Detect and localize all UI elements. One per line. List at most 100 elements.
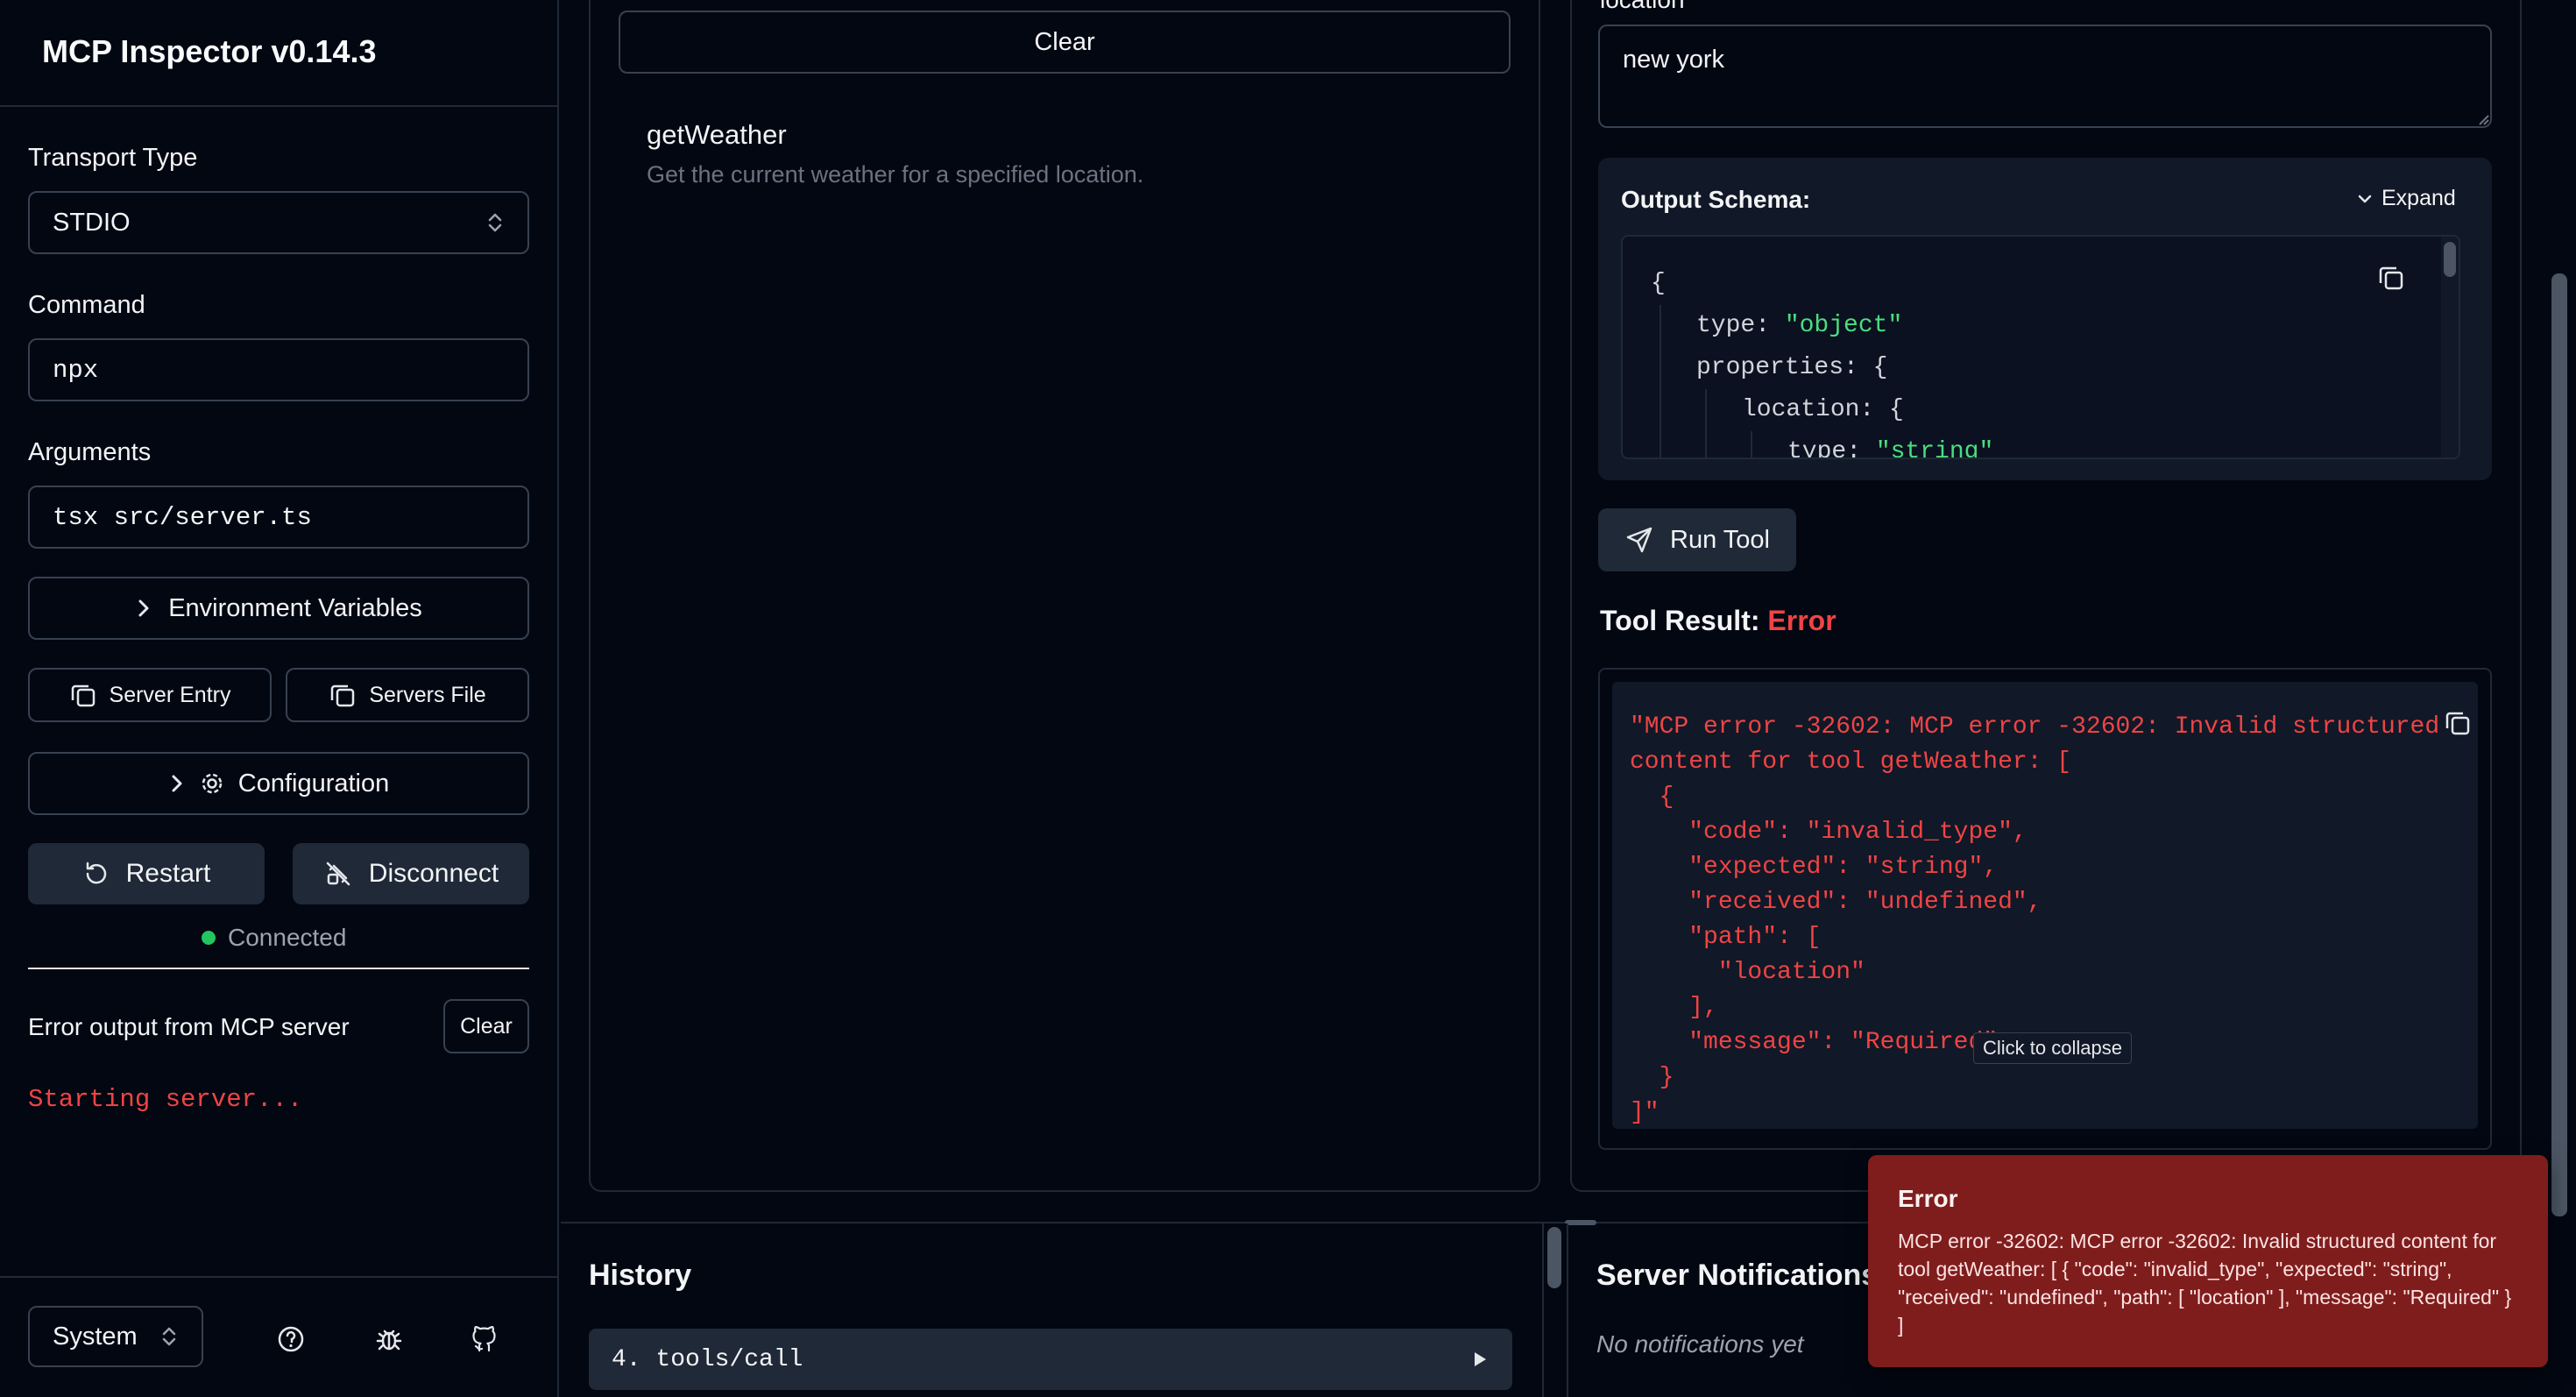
- help-circle-icon[interactable]: [272, 1320, 310, 1358]
- transport-type-value: STDIO: [53, 208, 131, 237]
- environment-variables-label: Environment Variables: [168, 593, 422, 622]
- send-icon: [1624, 525, 1654, 555]
- server-entry-button[interactable]: Server Entry: [28, 668, 272, 722]
- result-line: }: [1630, 1064, 1674, 1091]
- history-scrollbar[interactable]: [1542, 1223, 1567, 1397]
- command-value: npx: [53, 355, 99, 385]
- result-line: "location": [1630, 959, 1865, 986]
- github-icon[interactable]: [466, 1320, 505, 1358]
- page-scrollbar[interactable]: [2548, 0, 2571, 1397]
- restart-button[interactable]: Restart: [28, 843, 265, 904]
- divider: [28, 968, 529, 969]
- tool-result-json: "MCP error -32602: MCP error -32602: Inv…: [1630, 710, 2439, 1129]
- transport-type-select[interactable]: STDIO: [28, 191, 529, 254]
- expand-button[interactable]: Expand: [2357, 186, 2456, 211]
- arguments-value: tsx src/server.ts: [53, 502, 312, 532]
- history-title: History: [589, 1259, 692, 1292]
- clear-tools-button[interactable]: Clear: [619, 11, 1511, 74]
- history-item-label: 4. tools/call: [612, 1345, 803, 1373]
- result-line: ]": [1630, 1099, 1660, 1126]
- history-scrollbar-thumb[interactable]: [1547, 1227, 1561, 1288]
- page-scrollbar-thumb[interactable]: [2551, 273, 2567, 1216]
- chevron-up-down-icon: [159, 1324, 179, 1349]
- result-line: content for tool getWeather: [: [1630, 748, 2072, 776]
- notifications-title: Server Notifications: [1596, 1259, 1879, 1292]
- status-text: Connected: [228, 924, 347, 951]
- restart-label: Restart: [125, 859, 211, 888]
- schema-line: {: [1651, 263, 1993, 305]
- indent-guide: [1751, 431, 1752, 457]
- schema-json: {type: "object" properties: {location: {t…: [1651, 263, 1994, 459]
- schema-scrollbar-thumb[interactable]: [2444, 242, 2456, 277]
- schema-key: location:: [1742, 396, 1890, 423]
- disconnect-button[interactable]: Disconnect: [293, 843, 529, 904]
- servers-file-button[interactable]: Servers File: [286, 668, 529, 722]
- copy-icon[interactable]: [2443, 708, 2473, 738]
- clear-error-label: Clear: [460, 1013, 513, 1039]
- result-line: {: [1630, 784, 1674, 811]
- rotate-ccw-icon: [82, 860, 110, 888]
- output-schema-label: Output Schema:: [1621, 186, 1811, 213]
- transport-type-label: Transport Type: [28, 144, 198, 172]
- sidebar: MCP Inspector v0.14.3 Transport Type STD…: [0, 0, 559, 1397]
- arguments-label: Arguments: [28, 438, 152, 466]
- clear-tools-label: Clear: [1034, 27, 1095, 56]
- schema-value: {: [1872, 354, 1888, 381]
- server-entry-label: Server Entry: [109, 682, 231, 707]
- schema-line: type: "string": [1651, 431, 1994, 459]
- schema-key: properties:: [1696, 354, 1873, 381]
- error-toast[interactable]: Error MCP error -32602: MCP error -32602…: [1868, 1155, 2548, 1367]
- bug-icon[interactable]: [370, 1320, 408, 1358]
- play-icon[interactable]: [1470, 1350, 1490, 1369]
- tool-description: Get the current weather for a specified …: [647, 161, 1144, 188]
- gear-icon: [198, 769, 226, 798]
- chevron-right-icon: [168, 773, 186, 794]
- error-log: Starting server...: [28, 1085, 303, 1114]
- resize-handle[interactable]: [1565, 1220, 1596, 1225]
- theme-value: System: [53, 1322, 138, 1351]
- output-schema-section: Output Schema: Expand { type: "object" pro…: [1598, 158, 2492, 480]
- result-line: "MCP error -32602: MCP error -32602: Inv…: [1630, 713, 2440, 741]
- theme-select[interactable]: System: [28, 1306, 203, 1367]
- tool-result-heading: Tool Result: Error: [1600, 605, 1836, 637]
- schema-line: type: "object": [1651, 305, 1993, 347]
- run-tool-button[interactable]: Run Tool: [1598, 508, 1796, 571]
- expand-label: Expand: [2381, 186, 2456, 210]
- disconnect-label: Disconnect: [368, 859, 499, 888]
- schema-scrollbar[interactable]: [2441, 237, 2459, 457]
- indent-guide: [1705, 431, 1707, 457]
- schema-value: "string": [1875, 438, 1994, 459]
- configuration-label: Configuration: [237, 769, 390, 798]
- status-dot: [202, 931, 216, 945]
- history-item[interactable]: 4. tools/call: [589, 1329, 1512, 1390]
- clear-error-output-button[interactable]: Clear: [443, 999, 529, 1053]
- command-input[interactable]: npx: [28, 338, 529, 401]
- tool-name: getWeather: [647, 119, 787, 150]
- indent-guide: [1705, 389, 1707, 431]
- chevron-up-down-icon: [485, 210, 505, 235]
- indent-guide: [1660, 347, 1661, 389]
- indent-guide: [1660, 389, 1661, 431]
- chevron-down-icon: [2357, 191, 2373, 207]
- command-label: Command: [28, 291, 145, 319]
- result-line: "code": "invalid_type",: [1630, 819, 2028, 846]
- result-line: ],: [1630, 994, 1718, 1021]
- toast-title: Error: [1898, 1185, 1958, 1212]
- indent-guide: [1660, 305, 1661, 347]
- schema-value: {: [1651, 270, 1666, 297]
- tool-result-box: "MCP error -32602: MCP error -32602: Inv…: [1598, 668, 2492, 1150]
- configuration-button[interactable]: Configuration: [28, 752, 529, 815]
- resize-handle-icon[interactable]: [2478, 114, 2490, 131]
- sidebar-header: MCP Inspector v0.14.3: [0, 0, 557, 107]
- error-output-label: Error output from MCP server: [28, 1013, 350, 1040]
- result-line: "received": "undefined",: [1630, 889, 2042, 916]
- arguments-input[interactable]: tsx src/server.ts: [28, 486, 529, 549]
- toast-message: MCP error -32602: MCP error -32602: Inva…: [1898, 1230, 2512, 1337]
- copy-icon[interactable]: [2376, 263, 2406, 293]
- chevron-right-icon: [135, 598, 152, 619]
- tool-item-getweather[interactable]: getWeather Get the current weather for a…: [647, 119, 1488, 198]
- copy-icon: [69, 681, 97, 709]
- environment-variables-button[interactable]: Environment Variables: [28, 577, 529, 640]
- result-line: "path": [: [1630, 924, 1822, 951]
- location-input[interactable]: new york: [1598, 25, 2492, 128]
